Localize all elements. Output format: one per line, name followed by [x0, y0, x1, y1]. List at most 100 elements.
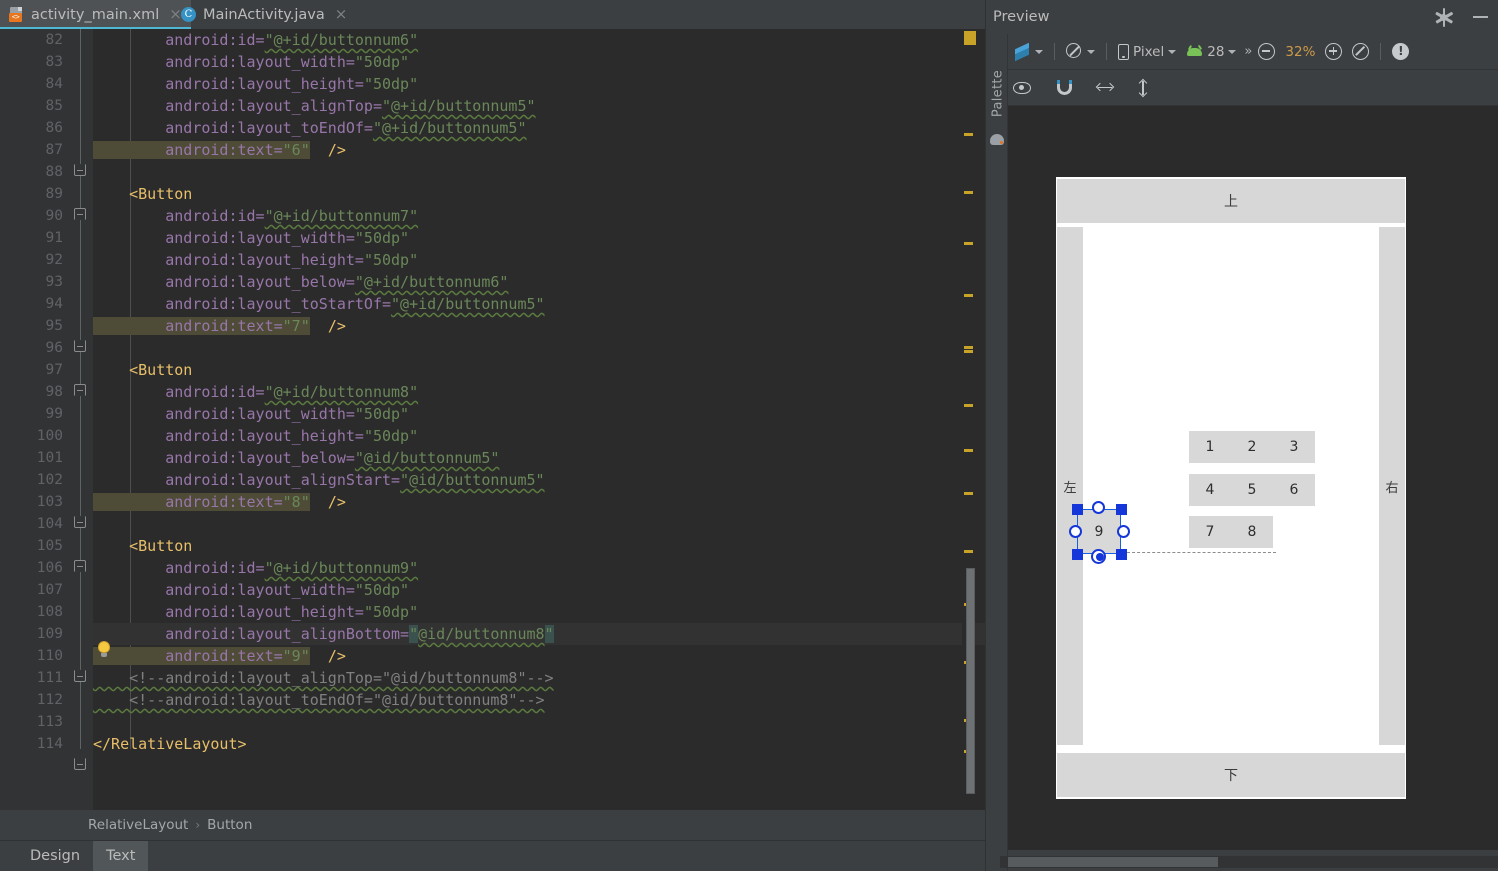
button-2[interactable]: 2 — [1231, 431, 1273, 463]
code-line: 88 — [0, 161, 985, 183]
code-text[interactable]: android:layout_width="50dp" — [93, 579, 409, 601]
code-editor[interactable]: 82 android:id="@+id/buttonnum6" 83 androi… — [0, 29, 985, 810]
issues-button[interactable] — [1387, 39, 1414, 65]
code-text[interactable]: <Button — [93, 535, 192, 557]
fold-marker-start[interactable] — [74, 384, 86, 396]
overflow-icon[interactable]: » — [1241, 44, 1253, 59]
code-text[interactable]: android:layout_alignBottom="@id/buttonnu… — [93, 623, 554, 645]
snap-button[interactable] — [1052, 75, 1077, 101]
code-text[interactable]: android:layout_width="50dp" — [93, 227, 409, 249]
intention-bulb-icon[interactable] — [96, 641, 112, 659]
code-text[interactable]: <!--android:layout_alignTop="@id/buttonn… — [93, 667, 553, 689]
visibility-button[interactable] — [1008, 75, 1036, 101]
code-text[interactable]: android:text="9" /> — [93, 645, 346, 667]
code-text[interactable]: android:text="7" /> — [93, 315, 346, 337]
stripe-marker[interactable] — [964, 404, 973, 407]
stripe-marker[interactable] — [964, 550, 973, 553]
horizontal-resize-button[interactable] — [1091, 75, 1119, 101]
code-text[interactable]: </RelativeLayout> — [93, 733, 247, 755]
selected-widget-9[interactable]: 9 — [1068, 500, 1130, 564]
button-1[interactable]: 1 — [1189, 431, 1231, 463]
preview-horizontal-scrollbar-thumb[interactable] — [1008, 857, 1218, 867]
code-text[interactable]: android:id="@+id/buttonnum9" — [93, 557, 418, 579]
fold-marker-start[interactable] — [74, 208, 86, 220]
breadcrumb-child[interactable]: Button — [207, 817, 252, 833]
code-text[interactable]: <Button — [93, 183, 192, 205]
button-up[interactable]: 上 — [1057, 179, 1405, 223]
resize-handle-top-left[interactable] — [1071, 503, 1083, 515]
button-3[interactable]: 3 — [1273, 431, 1315, 463]
fold-marker-end[interactable] — [74, 340, 86, 352]
code-text[interactable]: android:text="6" /> — [93, 139, 346, 161]
tab-design[interactable]: Design — [17, 841, 93, 871]
fold-marker-end[interactable] — [74, 758, 86, 770]
stripe-marker[interactable] — [964, 242, 973, 245]
device-selector[interactable]: Pixel — [1113, 39, 1181, 65]
fold-marker-end[interactable] — [74, 670, 86, 682]
button-8[interactable]: 8 — [1231, 516, 1273, 548]
editor-vertical-scrollbar[interactable] — [966, 568, 975, 794]
layers-button[interactable] — [1008, 39, 1048, 65]
code-text[interactable]: android:layout_width="50dp" — [93, 403, 409, 425]
code-text[interactable]: android:text="8" /> — [93, 491, 346, 513]
constraint-anchor-left[interactable] — [1068, 525, 1082, 538]
button-6[interactable]: 6 — [1273, 474, 1315, 506]
api-level-selector[interactable]: 28 — [1181, 39, 1241, 65]
chevron-down-icon — [1087, 49, 1095, 54]
button-5[interactable]: 5 — [1231, 474, 1273, 506]
stripe-marker[interactable] — [964, 133, 973, 136]
button-7[interactable]: 7 — [1189, 516, 1231, 548]
zoom-out-button[interactable] — [1253, 39, 1280, 65]
code-text[interactable]: android:layout_below="@+id/buttonnum6" — [93, 271, 508, 293]
constraint-anchor-bottom-connected[interactable] — [1091, 548, 1106, 564]
code-text[interactable]: android:id="@+id/buttonnum6" — [93, 29, 418, 51]
editor-tab-activity-main-xml[interactable]: <> activity_main.xml × — [0, 0, 191, 29]
stripe-marker[interactable] — [964, 191, 973, 194]
fold-marker-end[interactable] — [74, 164, 86, 176]
code-text[interactable]: <Button — [93, 359, 192, 381]
code-text[interactable]: android:layout_height="50dp" — [93, 249, 418, 271]
code-text[interactable]: android:layout_toEndOf="@+id/buttonnum5" — [93, 117, 526, 139]
button-down[interactable]: 下 — [1057, 753, 1405, 797]
code-text[interactable]: android:layout_alignTop="@+id/buttonnum5… — [93, 95, 535, 117]
orientation-button[interactable] — [1061, 39, 1100, 65]
resize-handle-top-right[interactable] — [1115, 503, 1127, 515]
fold-marker-start[interactable] — [74, 560, 86, 572]
close-icon[interactable]: × — [335, 7, 348, 22]
palette-tab[interactable]: Palette — [986, 34, 1008, 871]
fold-marker-end[interactable] — [74, 516, 86, 528]
code-text[interactable]: <!--android:layout_toEndOf="@id/buttonnu… — [93, 689, 544, 711]
zoom-in-button[interactable] — [1320, 39, 1347, 65]
code-text[interactable]: android:id="@+id/buttonnum7" — [93, 205, 418, 227]
minimize-icon[interactable] — [1473, 16, 1488, 18]
tab-text[interactable]: Text — [93, 841, 149, 871]
vertical-resize-button[interactable] — [1133, 75, 1153, 101]
code-text[interactable]: android:layout_height="50dp" — [93, 73, 418, 95]
stripe-marker[interactable] — [964, 31, 976, 45]
zoom-fit-button[interactable] — [1347, 39, 1374, 65]
code-text[interactable]: android:layout_height="50dp" — [93, 425, 418, 447]
editor-tab-mainactivity-java[interactable]: C MainActivity.java × — [172, 0, 356, 29]
code-text[interactable]: android:layout_toStartOf="@+id/buttonnum… — [93, 293, 544, 315]
code-text[interactable]: android:layout_width="50dp" — [93, 51, 409, 73]
phone-icon — [1118, 43, 1129, 60]
button-left[interactable]: 左 — [1057, 227, 1083, 745]
stripe-marker[interactable] — [964, 492, 973, 495]
breadcrumb-parent[interactable]: RelativeLayout — [88, 817, 188, 833]
constraint-anchor-top[interactable] — [1092, 500, 1105, 514]
resize-handle-bottom-right[interactable] — [1115, 548, 1127, 560]
stripe-marker[interactable] — [964, 346, 973, 349]
code-text[interactable]: android:layout_height="50dp" — [93, 601, 418, 623]
button-right[interactable]: 右 — [1379, 227, 1405, 745]
button-4[interactable]: 4 — [1189, 474, 1231, 506]
code-text[interactable]: android:layout_alignStart="@id/buttonnum… — [93, 469, 544, 491]
resize-handle-bottom-left[interactable] — [1071, 548, 1083, 560]
code-text[interactable]: android:layout_below="@id/buttonnum5" — [93, 447, 499, 469]
code-line: 107 android:layout_width="50dp" — [0, 579, 985, 601]
stripe-marker[interactable] — [964, 294, 973, 297]
stripe-marker[interactable] — [964, 350, 973, 353]
stripe-marker[interactable] — [964, 449, 973, 452]
code-text[interactable]: android:id="@+id/buttonnum8" — [93, 381, 418, 403]
gear-icon[interactable] — [1434, 8, 1453, 27]
constraint-anchor-right[interactable] — [1116, 525, 1130, 538]
